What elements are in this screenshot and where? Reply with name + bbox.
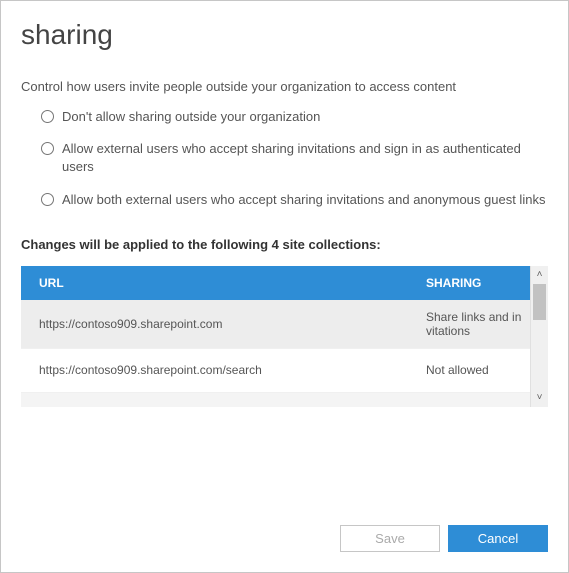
radio-anonymous[interactable] bbox=[41, 193, 54, 206]
table-footer-strip bbox=[21, 393, 530, 407]
site-collections-table-wrapper: URL SHARING https://contoso909.sharepoin… bbox=[21, 266, 548, 407]
chevron-down-icon: ˅ bbox=[537, 392, 543, 403]
save-button[interactable]: Save bbox=[340, 525, 440, 552]
table-row[interactable]: https://contoso909.sharepoint.com Share … bbox=[21, 300, 530, 349]
cell-url: https://contoso909.sharepoint.com bbox=[21, 307, 416, 341]
chevron-up-icon: ˄ bbox=[537, 269, 543, 280]
option-label: Allow both external users who accept sha… bbox=[62, 191, 545, 209]
scroll-up-button[interactable]: ˄ bbox=[531, 266, 548, 284]
cancel-button[interactable]: Cancel bbox=[448, 525, 548, 552]
site-collections-table: URL SHARING https://contoso909.sharepoin… bbox=[21, 266, 530, 407]
changes-label: Changes will be applied to the following… bbox=[21, 237, 548, 252]
option-label: Allow external users who accept sharing … bbox=[62, 140, 548, 176]
option-anonymous[interactable]: Allow both external users who accept sha… bbox=[41, 191, 548, 209]
dialog-title: sharing bbox=[21, 19, 548, 51]
option-external-auth[interactable]: Allow external users who accept sharing … bbox=[41, 140, 548, 176]
dialog-description: Control how users invite people outside … bbox=[21, 79, 548, 94]
table-row[interactable]: https://contoso909.sharepoint.com/search… bbox=[21, 349, 530, 393]
option-no-sharing[interactable]: Don't allow sharing outside your organiz… bbox=[41, 108, 548, 126]
table-header: URL SHARING bbox=[21, 266, 530, 300]
cell-sharing: Share links and invitations bbox=[416, 300, 530, 348]
sharing-option-group: Don't allow sharing outside your organiz… bbox=[21, 108, 548, 209]
scroll-thumb[interactable] bbox=[533, 284, 546, 320]
scroll-down-button[interactable]: ˅ bbox=[531, 389, 548, 407]
cell-sharing: Not allowed bbox=[416, 353, 530, 387]
header-url: URL bbox=[21, 276, 416, 290]
cell-url: https://contoso909.sharepoint.com/search bbox=[21, 353, 416, 387]
dialog-buttons: Save Cancel bbox=[340, 525, 548, 552]
option-label: Don't allow sharing outside your organiz… bbox=[62, 108, 320, 126]
table-scrollbar[interactable]: ˄ ˅ bbox=[530, 266, 548, 407]
scroll-track[interactable] bbox=[531, 284, 548, 389]
radio-no-sharing[interactable] bbox=[41, 110, 54, 123]
header-sharing: SHARING bbox=[416, 276, 530, 290]
radio-external-auth[interactable] bbox=[41, 142, 54, 155]
sharing-dialog: sharing Control how users invite people … bbox=[0, 0, 569, 573]
